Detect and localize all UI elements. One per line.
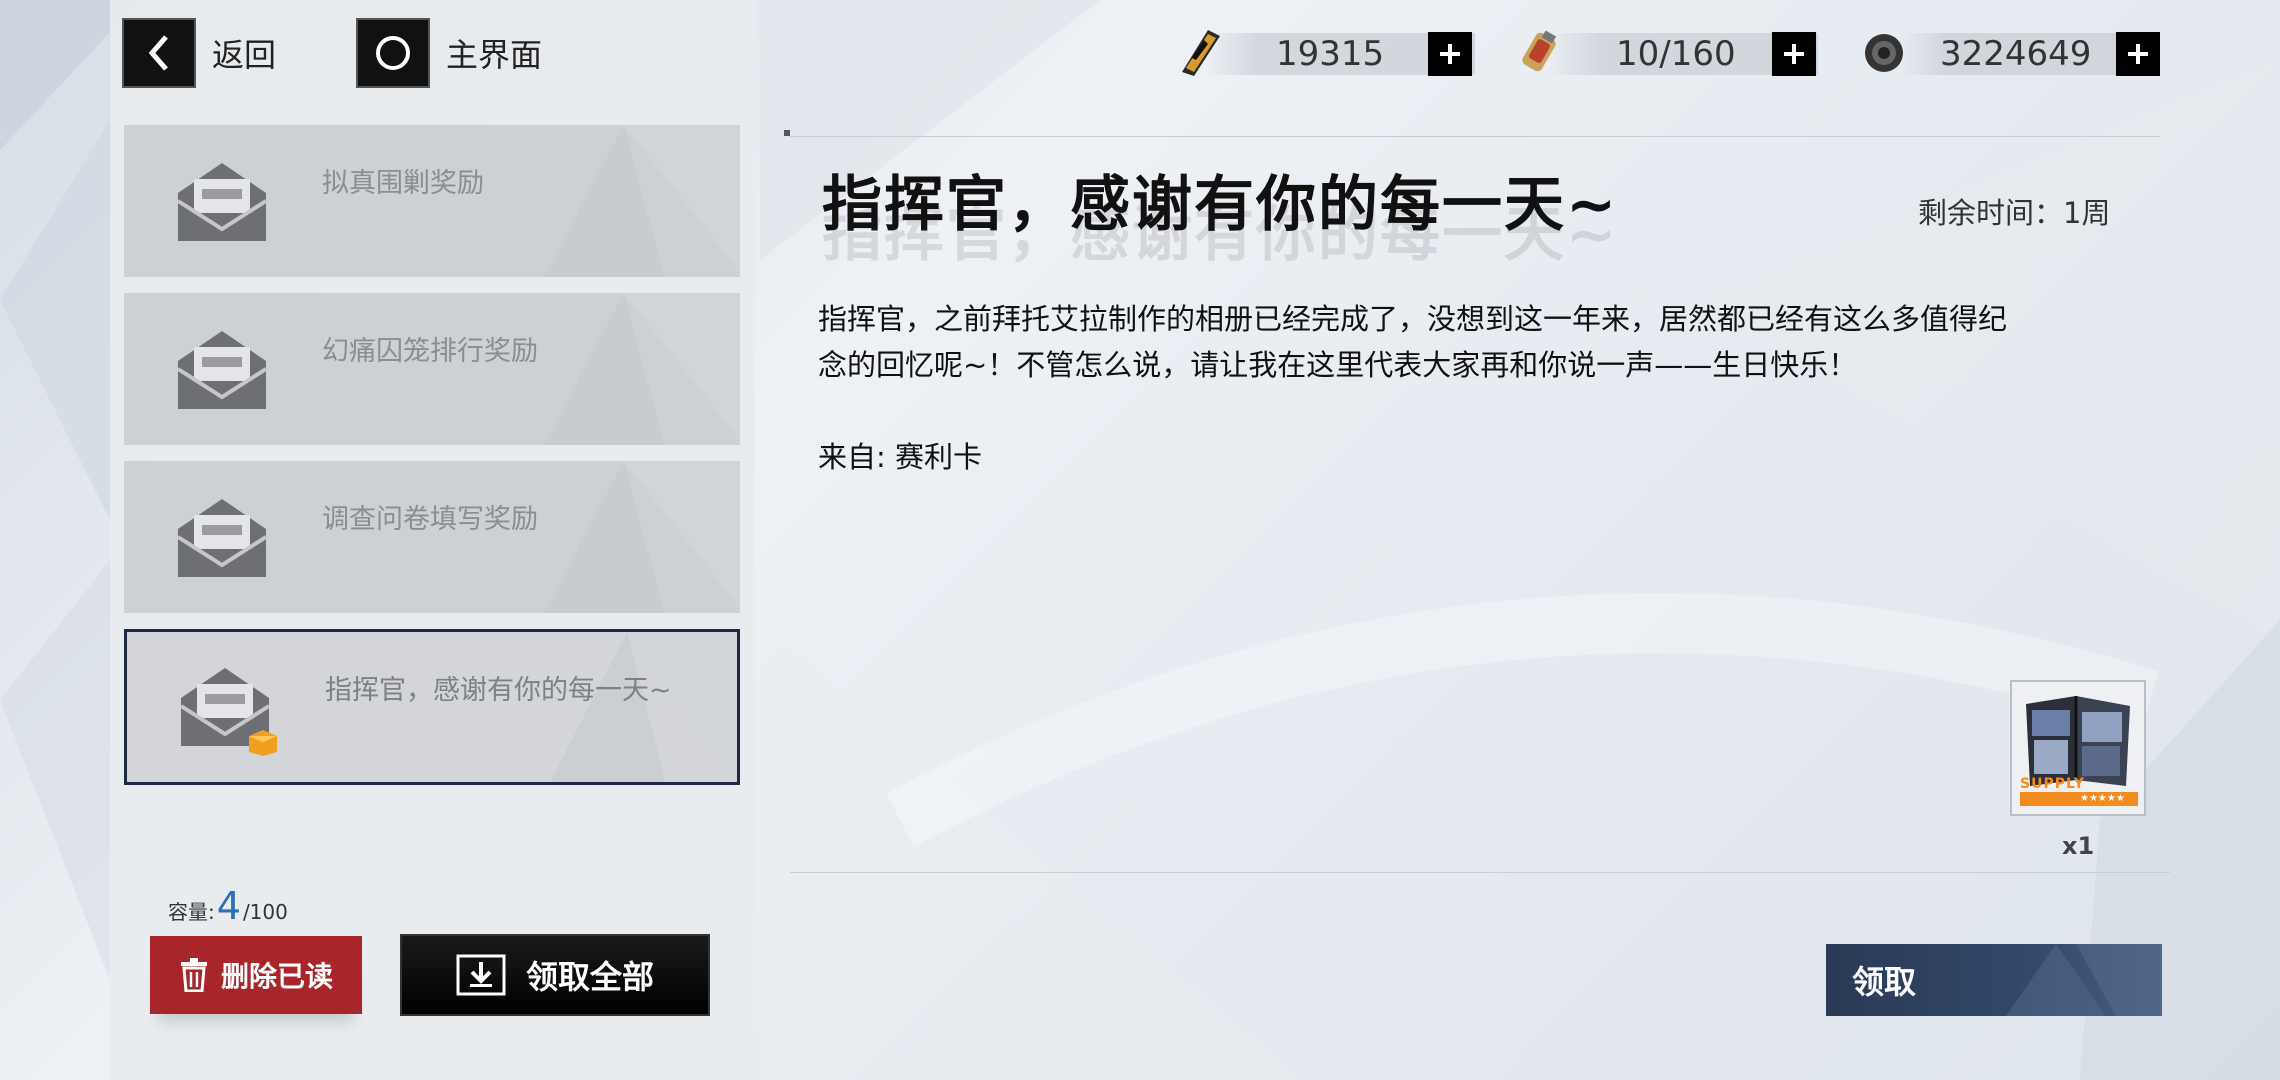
delete-read-button[interactable]: 删除已读 (150, 936, 362, 1014)
mail-list-item[interactable]: 调查问卷填写奖励 (124, 461, 740, 613)
reward-item[interactable]: SUPPLY ★★★★★ (2010, 680, 2146, 816)
home-label: 主界面 (446, 36, 543, 74)
add-resource-2-button[interactable] (1772, 32, 1816, 76)
envelope-icon (176, 499, 268, 577)
battery-ticket-icon (1182, 30, 1220, 76)
mail-list-item[interactable]: 幻痛囚笼排行奖励 (124, 293, 740, 445)
reward-count: x1 (2062, 832, 2095, 860)
supply-label: SUPPLY (2020, 776, 2085, 792)
claim-label: 领取 (1852, 963, 1917, 1001)
item-decoration (544, 293, 740, 445)
claim-all-label: 领取全部 (525, 958, 654, 996)
gear-coin-icon (1865, 34, 1903, 72)
mail-sender: 来自: 赛利卡 (818, 440, 982, 474)
back-button[interactable]: 返回 (122, 18, 276, 88)
item-decoration (550, 632, 737, 782)
mail-body-line: 念的回忆呢~！不管怎么说，请让我在这里代表大家再和你说一声——生日快乐！ (818, 348, 1858, 382)
add-resource-3-button[interactable] (2116, 32, 2160, 76)
home-circle-icon (356, 18, 430, 88)
item-decoration (544, 125, 740, 277)
delete-read-label: 删除已读 (220, 960, 333, 993)
trash-icon (180, 958, 207, 992)
add-resource-1-button[interactable] (1428, 32, 1472, 76)
home-button[interactable]: 主界面 (356, 18, 542, 88)
item-decoration (544, 461, 740, 613)
mail-item-title: 幻痛囚笼排行奖励 (322, 336, 538, 367)
energy-canister-icon (1522, 30, 1557, 72)
attachment-box-icon (249, 730, 277, 756)
resource-value-2: 10/160 (1616, 34, 1736, 74)
mail-body-line: 指挥官，之前拜托艾拉制作的相册已经完成了，没想到这一年来，居然都已经有这么多值得… (818, 302, 2008, 336)
capacity-label: 容量: (168, 900, 215, 924)
capacity-indicator: 容量: 4 /100 (168, 884, 288, 928)
content-divider-top (790, 136, 2160, 137)
claim-all-button[interactable]: 领取全部 (400, 934, 710, 1016)
content-divider-bottom (790, 872, 2170, 873)
envelope-icon (176, 163, 268, 241)
mail-list-item[interactable]: 拟真围剿奖励 (124, 125, 740, 277)
divider-dot (784, 130, 790, 136)
mail-body: 指挥官，之前拜托艾拉制作的相册已经完成了，没想到这一年来，居然都已经有这么多值得… (818, 296, 2118, 388)
mail-title: 指挥官，感谢有你的每一天~ (822, 170, 1619, 240)
mail-item-title: 指挥官，感谢有你的每一天~ (325, 675, 672, 706)
mail-item-title: 调查问卷填写奖励 (322, 504, 538, 535)
resource-value-3: 3224649 (1940, 34, 2092, 74)
rarity-stars: ★★★★★ (2080, 793, 2125, 804)
back-arrow-icon (122, 18, 196, 88)
envelope-icon (176, 331, 268, 409)
download-icon (456, 954, 506, 996)
remaining-time: 剩余时间：1周 (1918, 196, 2111, 230)
back-label: 返回 (212, 36, 277, 74)
mail-list-item-selected[interactable]: 指挥官，感谢有你的每一天~ (124, 629, 740, 785)
resource-value-1: 19315 (1276, 34, 1385, 74)
mail-item-title: 拟真围剿奖励 (322, 168, 484, 199)
capacity-current: 4 (216, 884, 241, 928)
claim-button[interactable]: 领取 (1826, 944, 2162, 1016)
capacity-max: /100 (242, 900, 288, 924)
